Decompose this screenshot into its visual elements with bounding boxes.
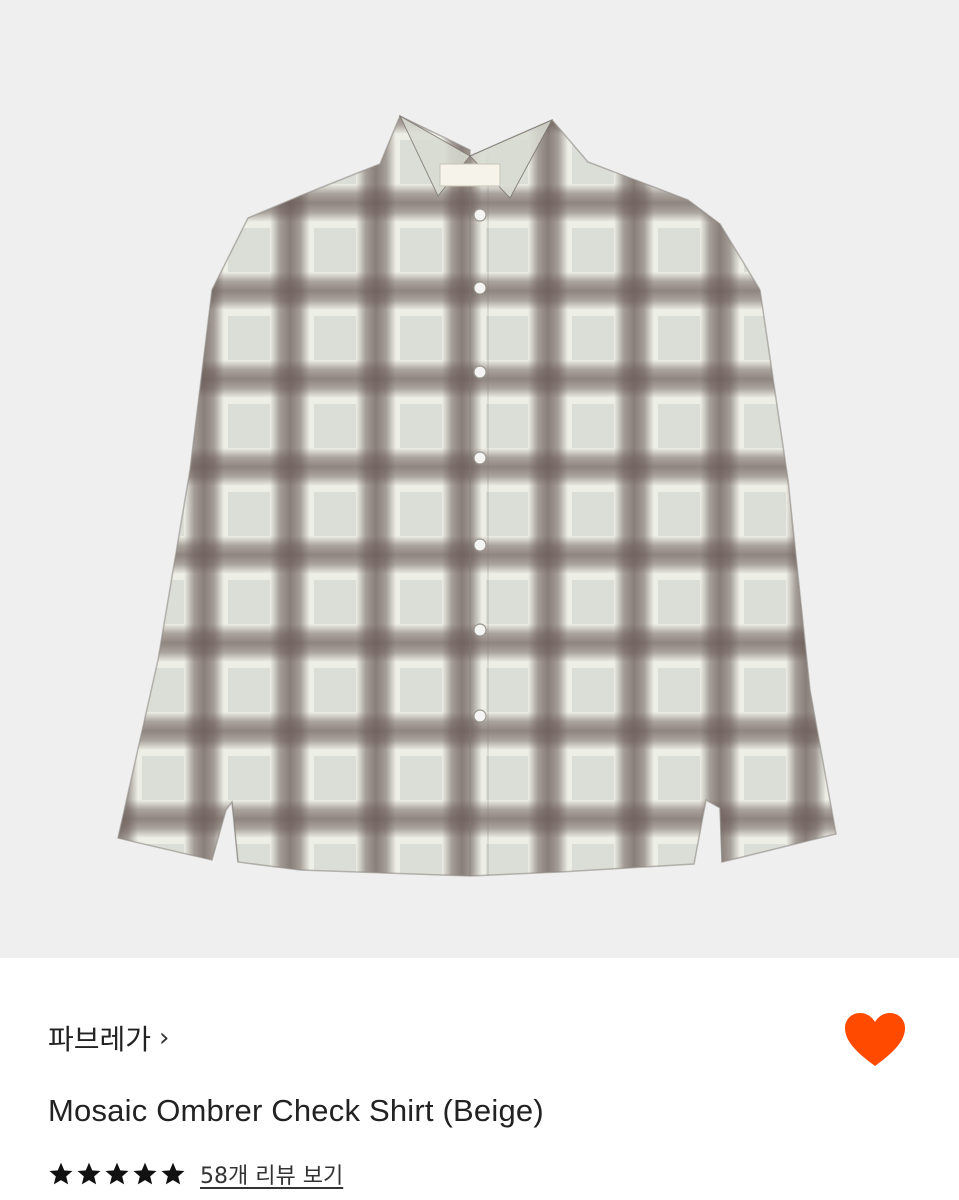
shirt-illustration — [117, 114, 837, 877]
star-icon — [161, 1162, 185, 1185]
heart-icon — [845, 1013, 905, 1066]
review-link[interactable]: 58개 리뷰 보기 — [200, 1158, 343, 1190]
like-button[interactable] — [842, 1010, 908, 1070]
star-icon — [105, 1162, 129, 1185]
brand-link[interactable]: 파브레가 › — [48, 1018, 169, 1058]
star-icon — [133, 1162, 157, 1185]
rating-row: 58개 리뷰 보기 — [48, 1158, 343, 1190]
brand-name: 파브레가 — [48, 1023, 152, 1056]
rating-stars — [48, 1161, 186, 1187]
product-image — [0, 0, 959, 958]
star-icon — [77, 1162, 101, 1185]
product-info: 파브레가 › Mosaic Ombrer Check Shirt (Beige)… — [0, 958, 959, 1200]
chevron-right-icon: › — [159, 1023, 170, 1053]
product-title: Mosaic Ombrer Check Shirt (Beige) — [48, 1093, 544, 1128]
star-icon — [49, 1162, 73, 1185]
